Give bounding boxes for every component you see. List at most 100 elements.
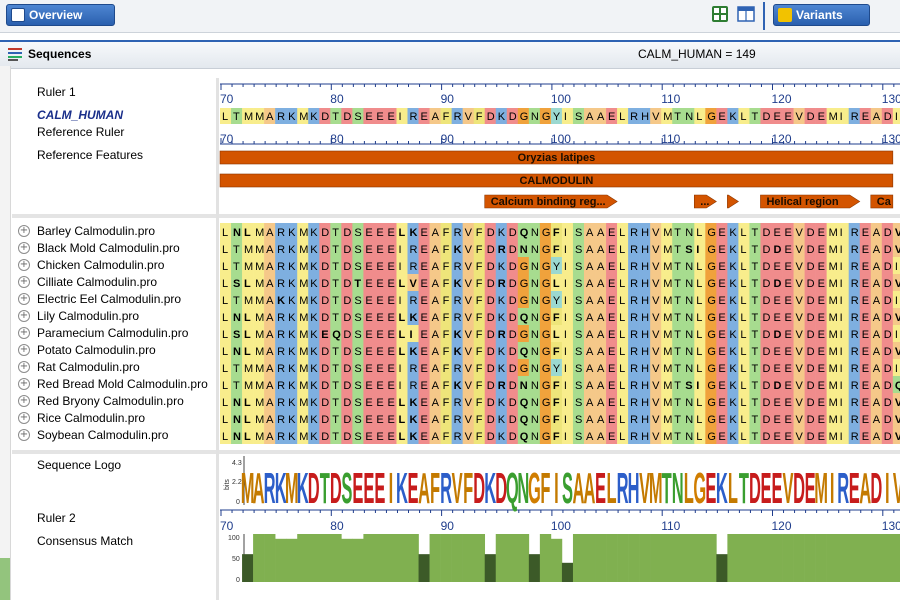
alignment-residue: V — [652, 312, 660, 324]
alignment-residue: K — [288, 244, 296, 256]
alignment-residue: E — [785, 295, 792, 307]
alignment-residue: T — [332, 295, 339, 307]
alignment-residue: S — [354, 227, 361, 239]
alignment-residue: N — [520, 244, 528, 256]
logo-letter: E — [705, 463, 716, 512]
alignment-residue: G — [520, 295, 529, 307]
alignment-residue: K — [288, 312, 296, 324]
alignment-view[interactable]: 70 70 70 80 80 80 90 90 90 100 100 100 110 110 110 120 1… — [0, 0, 900, 600]
alignment-residue: S — [575, 380, 582, 392]
alignment-residue: L — [740, 244, 746, 256]
alignment-residue: L — [398, 227, 405, 239]
alignment-residue: K — [310, 278, 318, 290]
alignment-residue: M — [255, 227, 264, 239]
alignment-residue: D — [487, 431, 495, 443]
alignment-residue: G — [707, 244, 716, 256]
alignment-residue: N — [685, 397, 693, 409]
ruler2-tick-label: 130 — [882, 519, 900, 533]
alignment-residue: D — [762, 312, 770, 324]
reference-residue: L — [222, 111, 228, 123]
alignment-residue: E — [387, 414, 394, 426]
reference-residue: S — [575, 111, 582, 123]
alignment-residue: M — [255, 397, 264, 409]
reference-ruler-tick-label: 110 — [661, 132, 680, 146]
alignment-residue: G — [707, 227, 716, 239]
alignment-residue: V — [796, 227, 804, 239]
alignment-residue: T — [751, 431, 758, 443]
alignment-residue: G — [542, 397, 551, 409]
alignment-residue: L — [553, 278, 560, 290]
alignment-residue: H — [641, 261, 649, 273]
alignment-residue: K — [310, 329, 318, 341]
alignment-residue: F — [443, 431, 450, 443]
logo-letter: E — [772, 463, 783, 512]
alignment-residue: D — [509, 363, 517, 375]
alignment-residue: L — [222, 329, 228, 341]
alignment-residue: E — [387, 363, 394, 375]
alignment-residue: L — [222, 414, 228, 426]
alignment-residue: D — [807, 329, 815, 341]
consensus-bar — [319, 534, 331, 582]
alignment-residue: G — [520, 363, 529, 375]
logo-letter: I — [389, 463, 394, 512]
alignment-residue: D — [807, 414, 815, 426]
alignment-residue: V — [465, 397, 473, 409]
alignment-residue: T — [233, 244, 240, 256]
alignment-residue: E — [862, 261, 869, 273]
reference-residue: I — [398, 111, 401, 123]
alignment-residue: G — [707, 380, 716, 392]
alignment-residue: M — [255, 380, 264, 392]
alignment-residue: M — [829, 312, 838, 324]
alignment-residue: I — [840, 363, 843, 375]
reference-residue: E — [774, 111, 781, 123]
alignment-residue: N — [685, 346, 693, 358]
alignment-residue: D — [884, 278, 892, 290]
alignment-residue: L — [619, 363, 625, 375]
alignment-residue: S — [575, 312, 582, 324]
alignment-residue: A — [432, 380, 440, 392]
alignment-residue: F — [476, 380, 483, 392]
alignment-residue: E — [421, 346, 428, 358]
alignment-residue: S — [575, 278, 582, 290]
alignment-residue: L — [398, 329, 405, 341]
alignment-residue: T — [332, 363, 339, 375]
alignment-residue: K — [729, 261, 737, 273]
alignment-residue: K — [729, 414, 737, 426]
alignment-residue: L — [740, 414, 746, 426]
alignment-residue: R — [277, 346, 285, 358]
alignment-residue: T — [354, 278, 361, 290]
alignment-residue: E — [321, 329, 328, 341]
logo-letter: G — [693, 463, 706, 512]
alignment-residue: F — [443, 278, 450, 290]
consensus-bar — [330, 534, 342, 582]
alignment-residue: R — [454, 414, 462, 426]
alignment-residue: R — [454, 312, 462, 324]
alignment-residue: E — [608, 397, 615, 409]
consensus-bar — [264, 534, 276, 582]
alignment-residue: E — [421, 363, 428, 375]
alignment-residue: E — [774, 312, 781, 324]
consensus-bar — [705, 534, 717, 582]
alignment-residue: N — [531, 261, 539, 273]
alignment-residue: D — [762, 227, 770, 239]
alignment-residue: T — [674, 431, 681, 443]
alignment-residue: R — [851, 397, 859, 409]
logo-letter: F — [540, 463, 550, 512]
consensus-bar — [275, 538, 287, 582]
alignment-residue: M — [255, 295, 264, 307]
alignment-residue: K — [729, 227, 737, 239]
alignment-residue: E — [376, 380, 383, 392]
consensus-bar — [749, 534, 761, 582]
alignment-residue: K — [454, 346, 462, 358]
alignment-residue: E — [774, 414, 781, 426]
consensus-tick-label: 50 — [232, 556, 240, 563]
logo-letter: L — [607, 463, 617, 512]
consensus-bar — [484, 554, 497, 582]
alignment-residue: I — [840, 431, 843, 443]
alignment-residue: L — [222, 431, 228, 443]
alignment-residue: E — [785, 261, 792, 273]
logo-letter: D — [308, 463, 320, 512]
consensus-bar — [550, 538, 563, 582]
alignment-residue: E — [387, 312, 394, 324]
logo-letter: D — [749, 463, 761, 512]
